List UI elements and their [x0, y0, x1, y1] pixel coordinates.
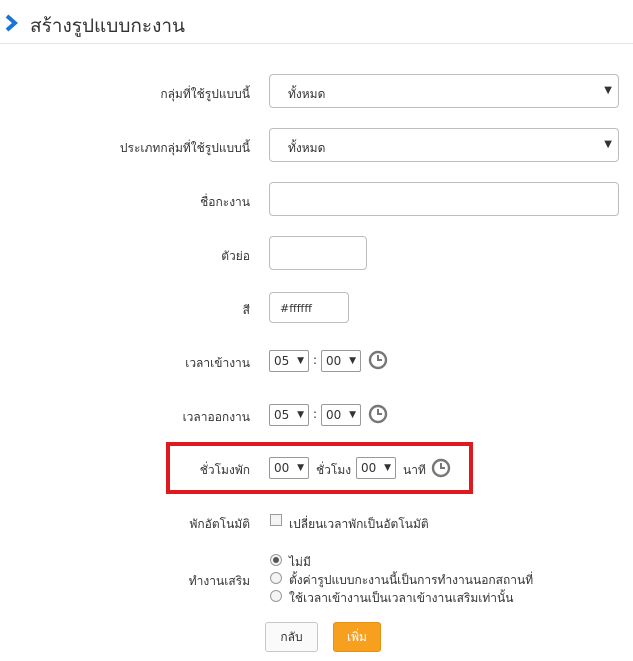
add-button[interactable]: เพิ่ม: [333, 622, 381, 652]
break-hours-label: ชั่วโมงพัก: [199, 463, 250, 477]
group-label: กลุ่มที่ใช้รูปแบบนี้: [160, 87, 250, 101]
caret-down-icon: ▼: [604, 85, 612, 96]
end-hour-select[interactable]: 05 ▼: [269, 404, 309, 426]
end-time-colon: :: [313, 407, 318, 421]
caret-down-icon: ▼: [349, 356, 356, 366]
back-button[interactable]: กลับ: [265, 622, 318, 652]
color-value: #ffffff: [280, 302, 312, 315]
break-minute-unit: นาที: [403, 463, 426, 477]
end-minute-value: 00: [326, 408, 342, 422]
group-select-value: ทั้งหมด: [288, 87, 326, 101]
auto-break-checkbox[interactable]: [270, 514, 282, 526]
overtime-radio-none[interactable]: [270, 554, 282, 566]
short-name-input[interactable]: [269, 236, 367, 270]
break-hour-value: 00: [274, 461, 290, 475]
start-time-colon: :: [313, 353, 318, 367]
overtime-radio-offsite[interactable]: [270, 572, 282, 584]
color-input[interactable]: #ffffff: [269, 292, 349, 323]
group-select[interactable]: ทั้งหมด ▼: [269, 74, 619, 108]
page-title: สร้างรูปแบบกะงาน: [30, 15, 186, 37]
overtime-label: ทำงานเสริม: [188, 574, 250, 588]
group-type-select[interactable]: ทั้งหมด ▼: [269, 128, 619, 162]
start-minute-select[interactable]: 00 ▼: [321, 350, 361, 372]
shift-name-input[interactable]: [269, 182, 619, 216]
overtime-radio-start-only[interactable]: [270, 590, 282, 602]
caret-down-icon: ▼: [297, 410, 304, 420]
group-type-select-value: ทั้งหมด: [288, 141, 326, 155]
clock-icon[interactable]: [368, 404, 388, 424]
group-type-label: ประเภทกลุ่มที่ใช้รูปแบบนี้: [119, 141, 250, 155]
start-hour-value: 05: [274, 354, 290, 368]
end-minute-select[interactable]: 00 ▼: [321, 404, 361, 426]
start-hour-select[interactable]: 05 ▼: [269, 350, 309, 372]
clock-icon[interactable]: [368, 350, 388, 370]
auto-break-checkbox-label: เปลี่ยนเวลาพักเป็นอัตโนมัติ: [289, 517, 429, 531]
chevron-right-icon: [5, 14, 18, 32]
caret-down-icon: ▼: [297, 356, 304, 366]
short-name-label: ตัวย่อ: [221, 249, 250, 263]
caret-down-icon: ▼: [349, 410, 356, 420]
overtime-option-label: ตั้งค่ารูปแบบกะงานนี้เป็นการทำงานนอกสถาน…: [289, 573, 534, 587]
start-minute-value: 00: [326, 354, 342, 368]
break-hour-select[interactable]: 00 ▼: [269, 457, 309, 479]
auto-break-label: พักอัตโนมัติ: [189, 517, 250, 531]
overtime-option-label: ใช้เวลาเข้างานเป็นเวลาเข้างานเสริมเท่านั…: [289, 591, 514, 605]
page-header: สร้างรูปแบบกะงาน: [0, 0, 633, 44]
overtime-option-label: ไม่มี: [289, 555, 311, 569]
clock-icon[interactable]: [431, 458, 451, 478]
caret-down-icon: ▼: [297, 463, 304, 473]
end-time-label: เวลาออกงาน: [182, 410, 250, 424]
break-minute-select[interactable]: 00 ▼: [356, 457, 396, 479]
break-hour-unit: ชั่วโมง: [316, 463, 352, 477]
shift-name-label: ชื่อกะงาน: [200, 195, 250, 209]
color-label: สี: [242, 303, 250, 317]
caret-down-icon: ▼: [384, 463, 391, 473]
caret-down-icon: ▼: [604, 139, 612, 150]
break-minute-value: 00: [361, 461, 377, 475]
start-time-label: เวลาเข้างาน: [185, 356, 250, 370]
end-hour-value: 05: [274, 408, 290, 422]
